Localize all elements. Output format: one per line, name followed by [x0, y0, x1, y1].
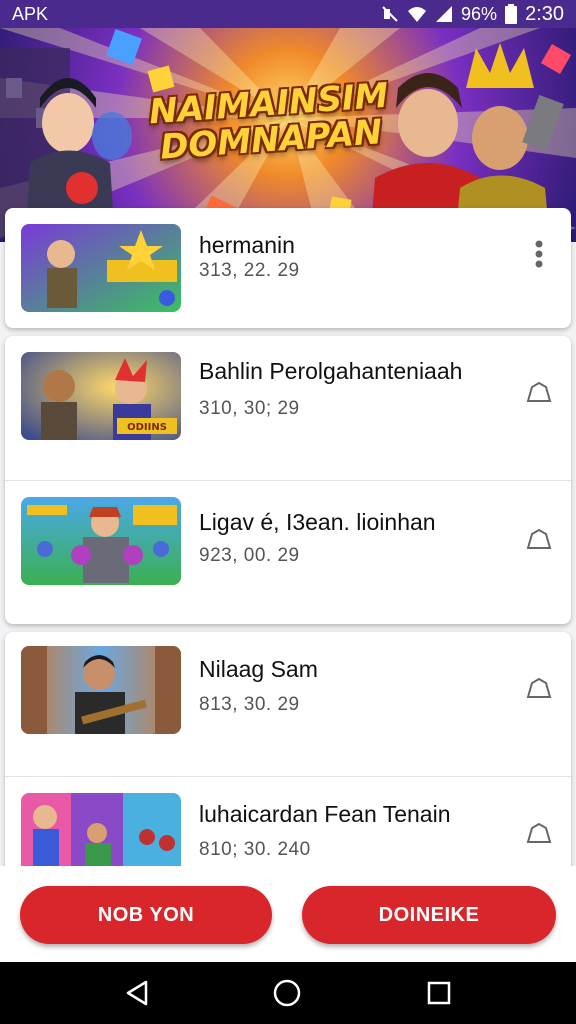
game-date: 310, 30; 29 [199, 398, 300, 419]
game-thumbnail [21, 646, 181, 734]
back-icon[interactable] [122, 978, 152, 1008]
recents-icon[interactable] [424, 978, 454, 1008]
battery-icon [505, 4, 518, 24]
game-date: 923, 00. 29 [199, 545, 300, 566]
home-outline-icon[interactable] [525, 819, 553, 847]
wifi-icon [407, 5, 427, 23]
game-date: 813, 30. 29 [199, 694, 300, 715]
home-outline-icon[interactable] [525, 525, 553, 553]
game-thumbnail: ODIINS [21, 352, 181, 440]
game-card: hermanin 313, 22. 29 [5, 208, 571, 328]
game-card: ODIINS Bahlin Perolgahanteniaah 310, 30;… [5, 336, 571, 624]
primary-left-button[interactable]: NOB YON [20, 886, 272, 944]
game-title: Ligav é, I3ean. lioinhan [199, 509, 436, 535]
game-date: 810; 30. 240 [199, 839, 311, 860]
home-outline-icon[interactable] [525, 378, 553, 406]
thumb-caption: ODIINS [127, 422, 167, 433]
app-label: APK [12, 3, 49, 24]
list-item[interactable]: Nilaag Sam 813, 30. 29 [5, 632, 571, 777]
system-nav-bar [0, 962, 576, 1024]
game-card: Nilaag Sam 813, 30. 29 luhaicardan Fean … [5, 632, 571, 882]
list-item[interactable]: ODIINS Bahlin Perolgahanteniaah 310, 30;… [5, 336, 571, 481]
home-icon[interactable] [272, 978, 302, 1008]
more-vert-icon[interactable] [525, 240, 553, 268]
battery-text: 96% [461, 3, 498, 24]
primary-right-button[interactable]: DOINEIKE [302, 886, 556, 944]
mute-icon [381, 5, 399, 23]
game-title: Bahlin Perolgahanteniaah [199, 358, 463, 384]
game-title: Nilaag Sam [199, 656, 318, 682]
signal-icon [435, 5, 453, 23]
game-title: luhaicardan Fean Tenain [199, 801, 451, 827]
game-title: hermanin [199, 232, 295, 258]
status-bar: APK 96% 2:30 [0, 0, 576, 28]
game-thumbnail [21, 497, 181, 585]
game-thumbnail [21, 224, 181, 312]
game-date: 313, 22. 29 [199, 260, 300, 281]
clock: 2:30 [525, 2, 564, 25]
list-item[interactable]: Ligav é, I3ean. lioinhan 923, 00. 29 [5, 481, 571, 624]
home-outline-icon[interactable] [525, 674, 553, 702]
list-item[interactable]: hermanin 313, 22. 29 [5, 208, 571, 328]
